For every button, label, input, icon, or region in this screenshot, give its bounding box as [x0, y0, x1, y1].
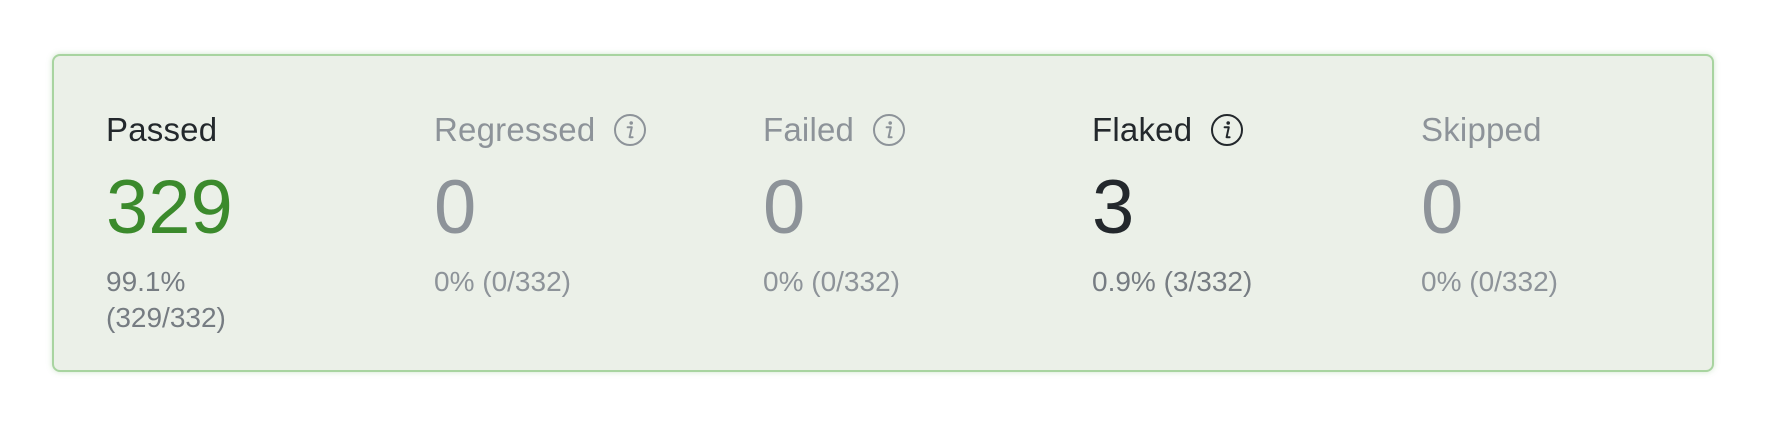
stat-flaked-header: Flaked [1092, 110, 1392, 150]
stat-failed-value: 0 [763, 165, 806, 250]
stat-flaked-detail: 0.9% (3/332) [1092, 266, 1253, 297]
stat-skipped-value: 0 [1421, 165, 1464, 250]
stat-regressed-detail: 0% (0/332) [434, 266, 571, 297]
stat-failed-label: Failed [763, 111, 855, 148]
stat-flaked-label: Flaked [1092, 111, 1193, 148]
test-results-summary-card: Passed 329 99.1% (329/332) Regressed 0 0… [52, 54, 1714, 372]
stat-failed: Failed 0 0% (0/332) [763, 110, 1063, 300]
stat-passed-label: Passed [106, 111, 218, 148]
failed-info-icon[interactable] [872, 113, 906, 147]
stat-regressed-header: Regressed [434, 110, 734, 150]
regressed-info-icon[interactable] [613, 113, 647, 147]
stat-regressed-label: Regressed [434, 111, 596, 148]
stat-failed-header: Failed [763, 110, 1063, 150]
stat-passed-header: Passed [106, 110, 406, 150]
stat-regressed-value: 0 [434, 165, 477, 250]
flaked-info-icon[interactable] [1210, 113, 1244, 147]
stat-passed-percent: 99.1% [106, 266, 186, 297]
stat-passed: Passed 329 99.1% (329/332) [106, 110, 406, 336]
stat-skipped-label: Skipped [1421, 111, 1542, 148]
stat-passed-ratio: (329/332) [106, 302, 226, 333]
stat-passed-value: 329 [106, 165, 233, 250]
stat-failed-detail: 0% (0/332) [763, 266, 900, 297]
stat-skipped: Skipped 0 0% (0/332) [1421, 110, 1721, 300]
stat-skipped-header: Skipped [1421, 110, 1721, 150]
stat-flaked: Flaked 3 0.9% (3/332) [1092, 110, 1392, 300]
stat-skipped-detail: 0% (0/332) [1421, 266, 1558, 297]
stat-flaked-value: 3 [1092, 165, 1135, 250]
stat-regressed: Regressed 0 0% (0/332) [434, 110, 734, 300]
